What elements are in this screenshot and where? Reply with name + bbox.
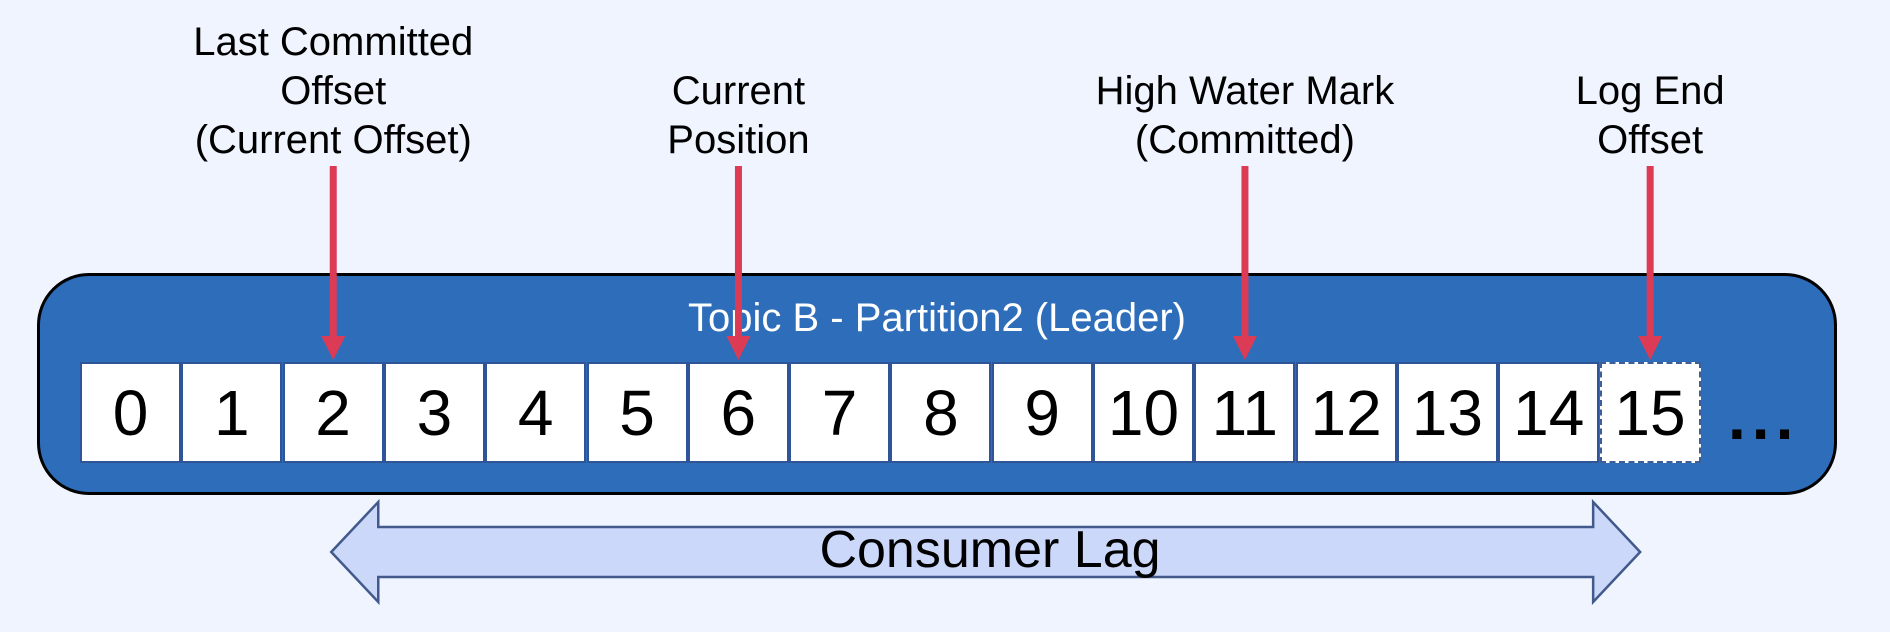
marker-arrow-head	[726, 336, 751, 360]
marker-arrow-stem	[1646, 166, 1654, 338]
marker-arrow-stem	[734, 166, 742, 338]
marker-arrow-head	[1232, 336, 1257, 360]
consumer-lag-label: Consumer Lag	[819, 521, 1161, 579]
marker-arrow-stem	[329, 166, 337, 338]
marker-arrow-stem	[1241, 166, 1249, 338]
marker-arrow-head	[321, 336, 346, 360]
marker-arrow-head	[1638, 336, 1663, 360]
